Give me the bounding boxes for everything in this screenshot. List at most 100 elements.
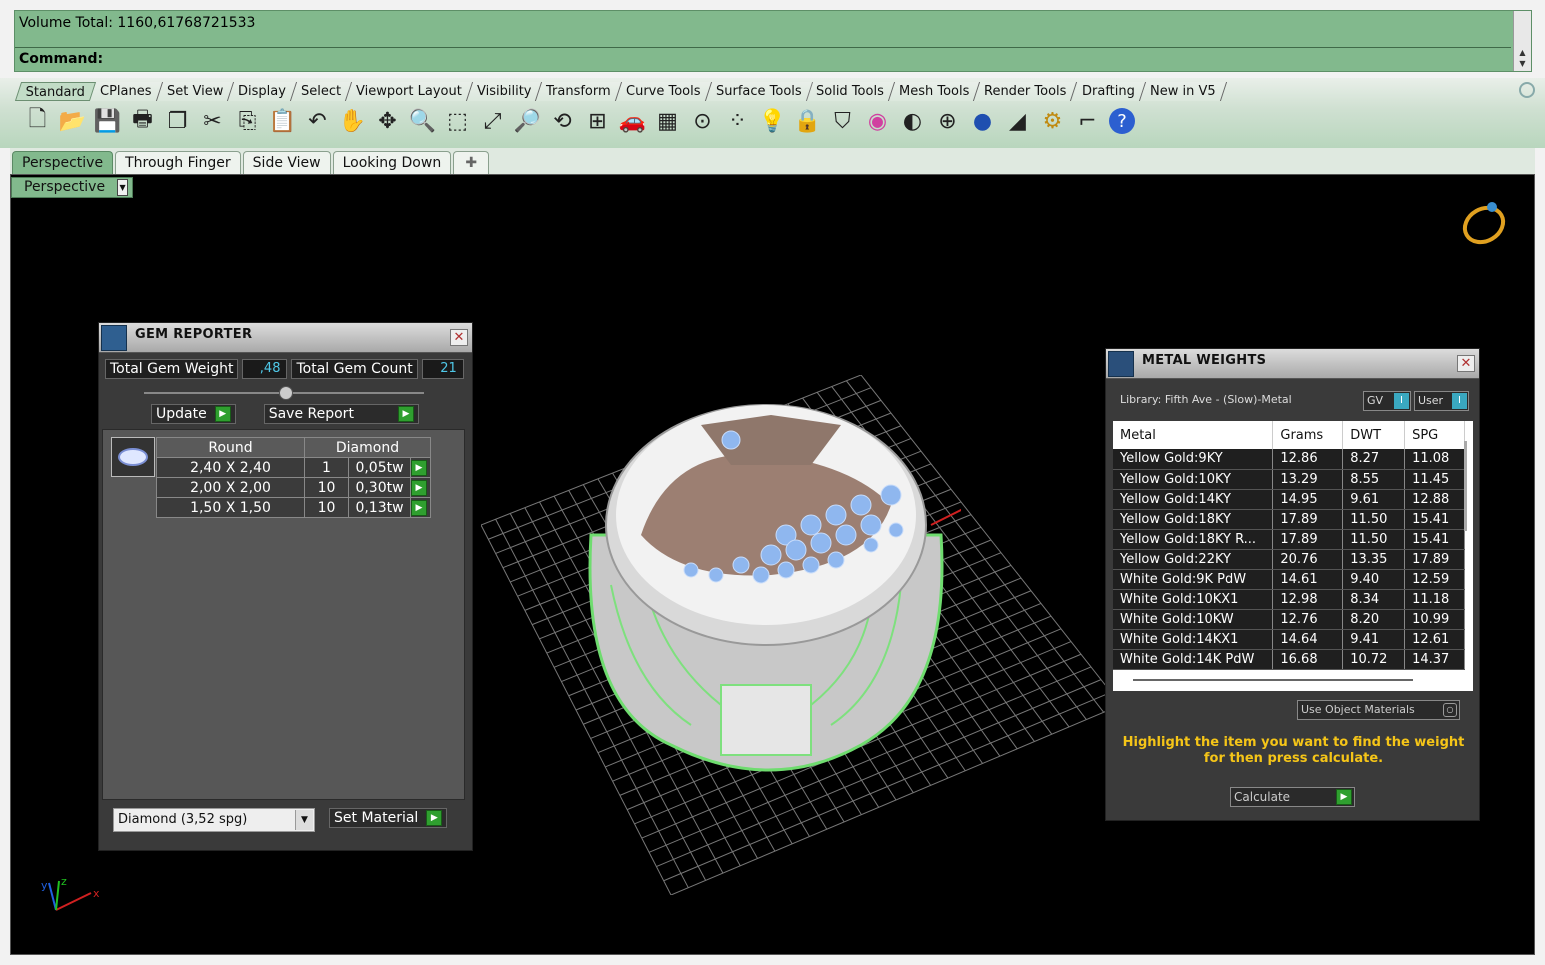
calculate-button[interactable]: Calculate ▶ (1230, 787, 1355, 807)
metal-row[interactable]: White Gold:10KX1 12.98 8.34 11.18 (1113, 589, 1465, 610)
play-arrow-icon[interactable]: ▶ (214, 406, 231, 422)
zoom-icon[interactable]: 🔍 (405, 106, 440, 136)
render-sphere-icon[interactable]: ● (965, 106, 1000, 136)
chevron-down-icon[interactable]: ▼ (295, 810, 313, 830)
gv-toggle[interactable]: GV I (1363, 391, 1411, 411)
ring-model[interactable] (571, 385, 961, 785)
play-arrow-icon[interactable]: ▶ (426, 810, 443, 826)
sweep-icon[interactable]: ◢ (1000, 106, 1035, 136)
sphere-grid-icon[interactable]: ⊕ (930, 106, 965, 136)
metal-row[interactable]: Yellow Gold:18KY R... 17.89 11.50 15.41 (1113, 529, 1465, 550)
gem-row-action[interactable]: ▶ (410, 477, 431, 498)
metal-row[interactable]: Yellow Gold:18KY 17.89 11.50 15.41 (1113, 509, 1465, 530)
gear-settings-icon[interactable]: ⚙ (1035, 106, 1070, 136)
command-scrollbar[interactable]: ▲ ▼ (1513, 47, 1531, 71)
circle-snap-icon[interactable]: ⊙ (685, 106, 720, 136)
viewport-title[interactable]: Perspective ▼ (11, 177, 134, 198)
undo-icon[interactable]: ↶ (300, 106, 335, 136)
command-history-scrollbar[interactable] (1513, 11, 1531, 47)
metal-row[interactable]: White Gold:9K PdW 14.61 9.40 12.59 (1113, 569, 1465, 590)
toolbar-tab-render-tools[interactable]: Render Tools (974, 82, 1078, 101)
set-material-button[interactable]: Set Material ▶ (329, 808, 448, 828)
metal-column-header[interactable]: SPG (1404, 421, 1465, 449)
viewport-menu-dropdown-icon[interactable]: ▼ (117, 179, 129, 196)
viewport-tab-through-finger[interactable]: Through Finger (115, 151, 241, 174)
play-arrow-icon[interactable]: ▶ (411, 479, 427, 496)
toggle-icon[interactable]: I (1394, 393, 1409, 409)
pan-hand-icon[interactable]: ✋ (335, 106, 370, 136)
vertical-scrollbar[interactable] (1464, 441, 1467, 531)
gem-row-action[interactable]: ▶ (410, 497, 431, 518)
viewport-tab-perspective[interactable]: Perspective (12, 151, 114, 174)
metal-column-header[interactable]: Grams (1272, 421, 1344, 449)
zoom-window-icon[interactable]: ⬚ (440, 106, 475, 136)
gem-row[interactable]: 2,00 X 2,00 10 0,30tw ▶ (156, 477, 431, 498)
toggle-icon[interactable]: I (1452, 393, 1467, 409)
play-arrow-icon[interactable]: ▶ (397, 406, 414, 422)
car-object-icon[interactable]: 🚗 (615, 106, 650, 136)
points-icon[interactable]: ⁘ (720, 106, 755, 136)
toolbar-tab-display[interactable]: Display (227, 82, 298, 101)
scroll-down-icon[interactable]: ▼ (1514, 58, 1531, 69)
use-object-materials-checkbox[interactable]: Use Object Materials ○ (1297, 700, 1460, 720)
metal-row[interactable]: White Gold:14K PdW 16.68 10.72 14.37 (1113, 649, 1465, 670)
zoom-extents-icon[interactable]: ⤢ (475, 106, 510, 136)
gem-row-action[interactable]: ▶ (410, 457, 431, 478)
lock-icon[interactable]: 🔒 (790, 106, 825, 136)
slider-knob[interactable] (279, 386, 293, 400)
toolbar-tab-select[interactable]: Select (290, 82, 353, 101)
add-viewport-tab-icon[interactable]: ✚ (453, 151, 490, 174)
grid-plane-icon[interactable]: ▦ (650, 106, 685, 136)
toolbar-tab-transform[interactable]: Transform (536, 82, 623, 101)
gem-reporter-titlebar[interactable]: GEM REPORTER ✕ (99, 323, 472, 353)
gem-row[interactable]: 1,50 X 1,50 10 0,13tw ▶ (156, 497, 431, 518)
cut-icon[interactable]: ✂ (195, 106, 230, 136)
paste-icon[interactable]: 📋 (265, 106, 300, 136)
metal-weights-titlebar[interactable]: METAL WEIGHTS ✕ (1106, 349, 1479, 379)
copy-icon[interactable]: ⎘ (230, 106, 265, 136)
gem-slider[interactable] (144, 386, 424, 400)
gem-row[interactable]: 2,40 X 2,40 1 0,05tw ▶ (156, 457, 431, 478)
close-icon[interactable]: ✕ (450, 329, 468, 346)
play-arrow-icon[interactable]: ▶ (411, 459, 427, 476)
toolbar-tab-mesh-tools[interactable]: Mesh Tools (888, 82, 981, 101)
play-arrow-icon[interactable]: ▶ (411, 499, 427, 516)
metal-row[interactable]: Yellow Gold:9KY 12.86 8.27 11.08 (1113, 449, 1465, 470)
copy-doc-icon[interactable]: ❐ (160, 106, 195, 136)
toolbar-options-gear-icon[interactable] (1519, 82, 1535, 98)
toolbar-tab-drafting[interactable]: Drafting (1071, 82, 1146, 101)
toolbar-tab-new-in-v5[interactable]: New in V5 (1139, 82, 1227, 101)
metal-row[interactable]: White Gold:14KX1 14.64 9.41 12.61 (1113, 629, 1465, 650)
metal-column-header[interactable]: DWT (1342, 421, 1406, 449)
horizontal-scrollbar[interactable] (1133, 679, 1413, 681)
close-icon[interactable]: ✕ (1457, 355, 1475, 372)
metal-row[interactable]: Yellow Gold:10KY 13.29 8.55 11.45 (1113, 469, 1465, 490)
move-icon[interactable]: ✥ (370, 106, 405, 136)
print-icon[interactable]: 🖶 (125, 106, 160, 136)
save-report-button[interactable]: Save Report ▶ (263, 404, 419, 424)
viewport-tab-side-view[interactable]: Side View (242, 151, 331, 174)
dimension-icon[interactable]: ⌐ (1070, 106, 1105, 136)
toolbar-tab-surface-tools[interactable]: Surface Tools (705, 82, 813, 101)
viewport-tab-looking-down[interactable]: Looking Down (332, 151, 452, 174)
toolbar-tab-visibility[interactable]: Visibility (466, 82, 543, 101)
color-wheel-icon[interactable]: ◉ (860, 106, 895, 136)
toolbar-tab-standard[interactable]: Standard (14, 82, 97, 101)
checkbox-icon[interactable]: ○ (1443, 703, 1457, 717)
command-prompt[interactable]: Command: (19, 51, 103, 67)
user-toggle[interactable]: User I (1414, 391, 1469, 411)
toolbar-tab-viewport-layout[interactable]: Viewport Layout (345, 82, 473, 101)
help-icon[interactable]: ? (1109, 108, 1135, 134)
toolbar-tab-set-view[interactable]: Set View (156, 82, 235, 101)
metal-column-header[interactable]: Metal (1113, 421, 1274, 449)
round-gem-icon[interactable] (111, 437, 155, 477)
metal-row[interactable]: Yellow Gold:22KY 20.76 13.35 17.89 (1113, 549, 1465, 570)
light-bulb-icon[interactable]: 💡 (755, 106, 790, 136)
material-select[interactable]: Diamond (3,52 spg) ▼ (113, 808, 315, 832)
scroll-up-icon[interactable]: ▲ (1514, 47, 1531, 58)
toolbar-tab-cplanes[interactable]: CPlanes (90, 82, 163, 101)
layer-shield-icon[interactable]: ⛉ (825, 106, 860, 136)
zoom-selected-icon[interactable]: 🔎 (510, 106, 545, 136)
play-arrow-icon[interactable]: ▶ (1336, 789, 1352, 805)
metal-row[interactable]: White Gold:10KW 12.76 8.20 10.99 (1113, 609, 1465, 630)
